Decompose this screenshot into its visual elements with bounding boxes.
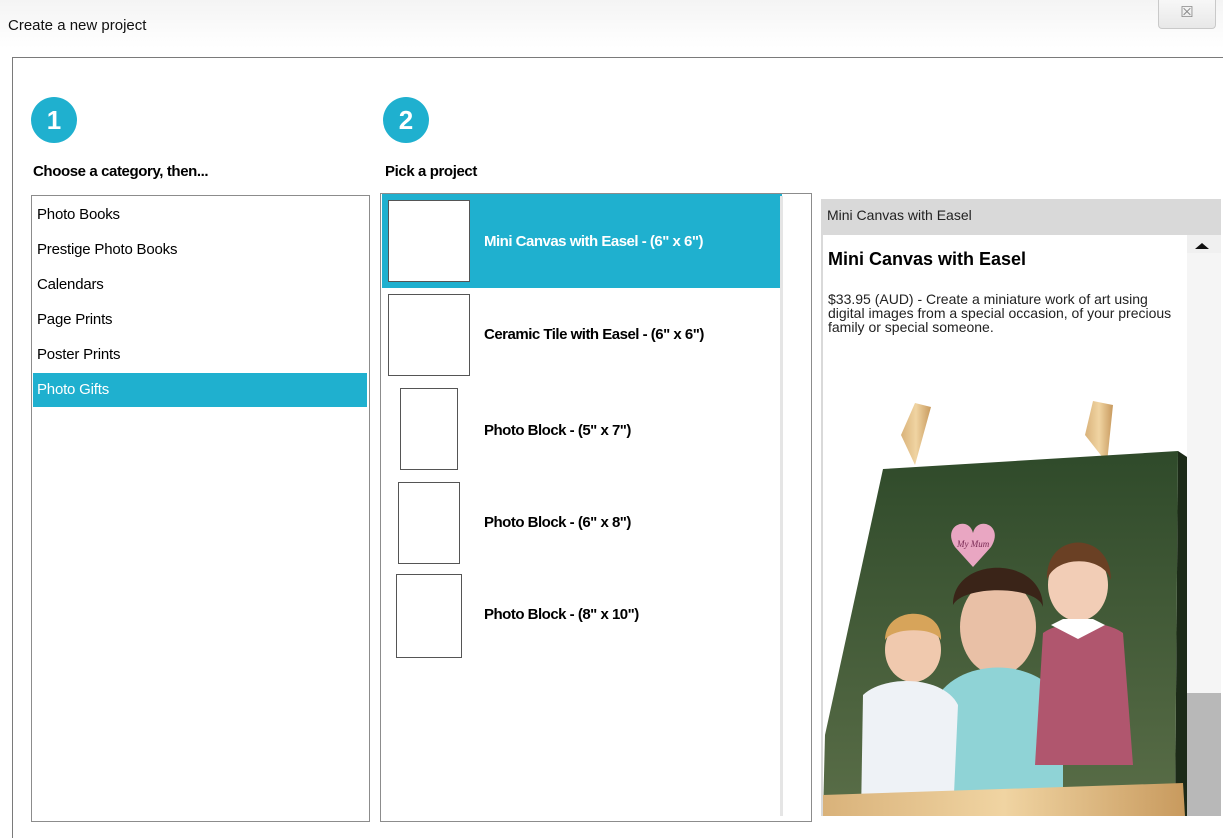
project-label: Photo Block - (5" x 7") bbox=[484, 422, 631, 439]
title-bar: Create a new project ☒ bbox=[0, 0, 1223, 48]
step-2-badge: 2 bbox=[383, 97, 429, 143]
project-thumbnail bbox=[388, 200, 470, 282]
project-label: Mini Canvas with Easel - (6" x 6") bbox=[484, 233, 703, 250]
project-thumbnail bbox=[396, 574, 462, 658]
step-2-label: Pick a project bbox=[385, 163, 477, 180]
list-divider bbox=[780, 196, 783, 816]
project-label: Photo Block - (6" x 8") bbox=[484, 514, 631, 531]
scroll-thumb[interactable] bbox=[1187, 253, 1221, 693]
project-thumbnail bbox=[398, 482, 460, 564]
project-item-photo-block-6x8[interactable]: Photo Block - (6" x 8") bbox=[382, 480, 782, 572]
project-item-photo-block-5x7[interactable]: Photo Block - (5" x 7") bbox=[382, 384, 782, 478]
project-detail-panel: Mini Canvas with Easel Mini Canvas with … bbox=[821, 199, 1221, 816]
heart-caption: My Mum bbox=[956, 539, 990, 549]
window-title: Create a new project bbox=[8, 17, 147, 34]
step-1-label: Choose a category, then... bbox=[33, 163, 209, 180]
step-1-badge: 1 bbox=[31, 97, 77, 143]
category-item-photo-books[interactable]: Photo Books bbox=[33, 198, 367, 232]
project-label: Ceramic Tile with Easel - (6" x 6") bbox=[484, 326, 704, 343]
scroll-up-icon[interactable] bbox=[1195, 243, 1209, 249]
project-label: Photo Block - (8" x 10") bbox=[484, 606, 639, 623]
category-item-page-prints[interactable]: Page Prints bbox=[33, 303, 367, 337]
project-thumbnail bbox=[388, 294, 470, 376]
detail-content: Mini Canvas with Easel $33.95 (AUD) - Cr… bbox=[823, 235, 1187, 816]
project-item-ceramic-tile[interactable]: Ceramic Tile with Easel - (6" x 6") bbox=[382, 290, 782, 382]
category-item-calendars[interactable]: Calendars bbox=[33, 268, 367, 302]
close-icon: ☒ bbox=[1180, 4, 1194, 21]
category-list[interactable]: Photo Books Prestige Photo Books Calenda… bbox=[31, 195, 370, 822]
detail-header: Mini Canvas with Easel bbox=[827, 207, 972, 223]
product-image: My Mum bbox=[823, 401, 1187, 816]
project-item-mini-canvas[interactable]: Mini Canvas with Easel - (6" x 6") bbox=[382, 194, 782, 288]
project-thumbnail bbox=[400, 388, 458, 470]
scroll-track[interactable] bbox=[1187, 693, 1221, 816]
close-button[interactable]: ☒ bbox=[1158, 0, 1216, 29]
category-item-poster-prints[interactable]: Poster Prints bbox=[33, 338, 367, 372]
project-list[interactable]: Mini Canvas with Easel - (6" x 6") Ceram… bbox=[380, 193, 812, 822]
detail-scrollbar[interactable] bbox=[1187, 235, 1221, 816]
category-item-photo-gifts[interactable]: Photo Gifts bbox=[33, 373, 367, 407]
category-item-prestige-photo-books[interactable]: Prestige Photo Books bbox=[33, 233, 367, 267]
project-item-photo-block-8x10[interactable]: Photo Block - (8" x 10") bbox=[382, 574, 782, 664]
